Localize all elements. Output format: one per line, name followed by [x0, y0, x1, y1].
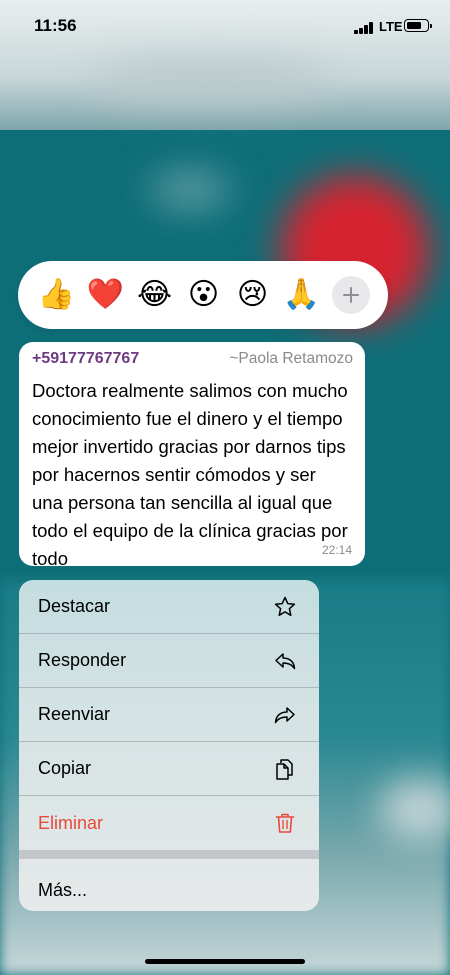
cellular-signal-icon [354, 22, 374, 34]
forward-icon [274, 707, 295, 724]
menu-separator [19, 850, 319, 859]
menu-item-label: Destacar [38, 596, 111, 616]
sender-name: ~Paola Retamozo [229, 350, 353, 367]
add-reaction-button[interactable] [332, 276, 370, 314]
reaction-bar: 👍 ❤️ 😂 😮 😢 🙏 [18, 261, 388, 329]
status-time: 11:56 [34, 16, 77, 35]
reaction-folded-hands[interactable]: 🙏 [277, 271, 326, 320]
menu-item-label: Reenviar [38, 704, 111, 724]
network-type: LTE [379, 19, 403, 34]
menu-item-responder[interactable]: Responder [19, 634, 319, 688]
reaction-tears-of-joy[interactable]: 😂 [130, 271, 179, 320]
battery-icon [404, 19, 432, 32]
sender-phone[interactable]: +59177767767 [32, 350, 139, 368]
menu-item-label: Eliminar [38, 812, 104, 833]
reaction-thumbs-up[interactable]: 👍 [32, 271, 81, 320]
menu-item-copiar[interactable]: Copiar [19, 742, 319, 796]
message-text: Doctora realmente salimos con mucho cono… [32, 380, 348, 569]
home-indicator[interactable] [145, 959, 305, 964]
message-sender-row: +59177767767 ~Paola Retamozo [32, 350, 353, 372]
menu-item-label: Copiar [38, 758, 92, 778]
status-bar: 11:56 LTE [0, 0, 450, 54]
message-time: 22:14 [321, 543, 352, 557]
message-bubble: +59177767767 ~Paola Retamozo Doctora rea… [19, 342, 365, 569]
reaction-crying[interactable]: 😢 [228, 271, 277, 320]
message-context-menu: Destacar Responder Reenviar Copiar Elimi… [19, 580, 319, 911]
menu-item-reenviar[interactable]: Reenviar [19, 688, 319, 742]
reaction-surprised[interactable]: 😮 [179, 271, 228, 320]
reaction-heart[interactable]: ❤️ [81, 271, 130, 320]
copy-icon [276, 759, 293, 780]
menu-item-eliminar[interactable]: Eliminar [19, 796, 319, 850]
menu-item-label: Responder [38, 650, 127, 670]
trash-icon [275, 813, 295, 833]
menu-item-destacar[interactable]: Destacar [19, 580, 319, 634]
reply-icon [275, 653, 296, 670]
menu-item-mas[interactable]: Más... [19, 859, 319, 911]
menu-item-label: Más... [38, 879, 88, 900]
star-icon [274, 596, 296, 617]
plus-icon [343, 287, 359, 303]
